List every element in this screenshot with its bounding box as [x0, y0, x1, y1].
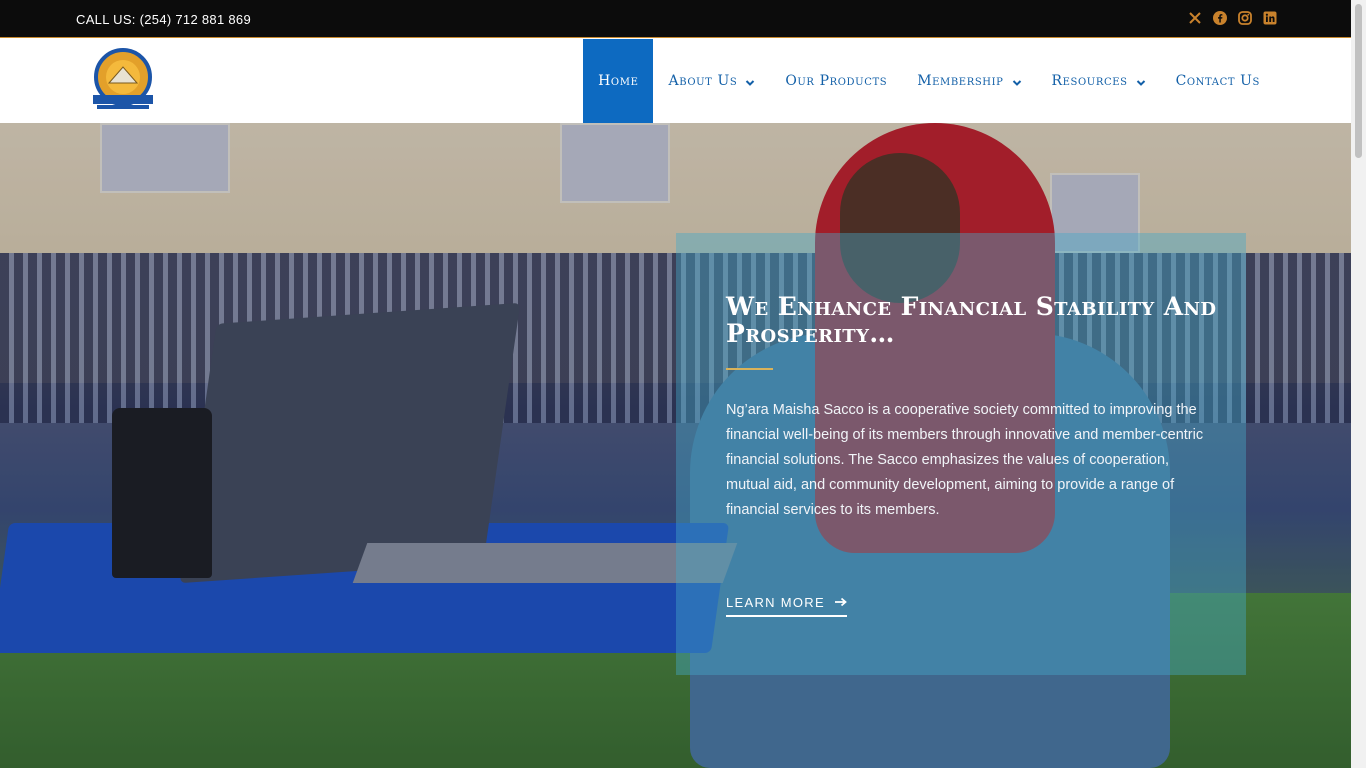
facebook-icon[interactable] [1213, 11, 1227, 25]
hero-section: We Enhance Financial Stability And Prosp… [0, 123, 1351, 768]
scrollbar-thumb[interactable] [1355, 4, 1362, 158]
hero-text-panel: We Enhance Financial Stability And Prosp… [676, 233, 1246, 675]
social-links [1188, 11, 1277, 25]
nav-our-products[interactable]: Our Products [770, 39, 902, 123]
sacco-logo[interactable] [83, 47, 163, 113]
heading-divider [726, 368, 773, 370]
hero-description: Ng’ara Maisha Sacco is a cooperative soc… [726, 402, 1204, 518]
chevron-down-icon [1012, 76, 1022, 86]
chevron-down-icon [1136, 76, 1146, 86]
nav-contact-us[interactable]: Contact Us [1161, 39, 1275, 123]
arrow-right-icon [834, 595, 847, 610]
hero-heading: We Enhance Financial Stability And Prosp… [726, 292, 1217, 348]
linkedin-icon[interactable] [1263, 11, 1277, 25]
nav-membership-label: Membership [917, 73, 1004, 89]
learn-more-link[interactable]: LEARN MORE [726, 595, 847, 617]
nav-contact-us-label: Contact Us [1175, 73, 1260, 89]
main-nav: Home About Us Our Products Membership Re… [583, 39, 1275, 123]
nav-resources[interactable]: Resources [1037, 39, 1161, 123]
call-us-text: CALL US: (254) 712 881 869 [76, 12, 251, 27]
learn-more-label: LEARN MORE [726, 595, 825, 610]
top-bar: CALL US: (254) 712 881 869 [0, 0, 1351, 38]
nav-home[interactable]: Home [583, 39, 654, 123]
nav-our-products-label: Our Products [785, 73, 888, 89]
instagram-icon[interactable] [1238, 11, 1252, 25]
x-icon[interactable] [1188, 11, 1202, 25]
page-scrollbar[interactable] [1351, 0, 1366, 768]
nav-resources-label: Resources [1051, 73, 1128, 89]
nav-about-us[interactable]: About Us [653, 39, 770, 123]
chevron-down-icon [745, 76, 755, 86]
nav-membership[interactable]: Membership [902, 39, 1036, 123]
site-header: Home About Us Our Products Membership Re… [0, 39, 1351, 123]
nav-about-us-label: About Us [668, 73, 738, 89]
nav-home-label: Home [598, 73, 639, 89]
